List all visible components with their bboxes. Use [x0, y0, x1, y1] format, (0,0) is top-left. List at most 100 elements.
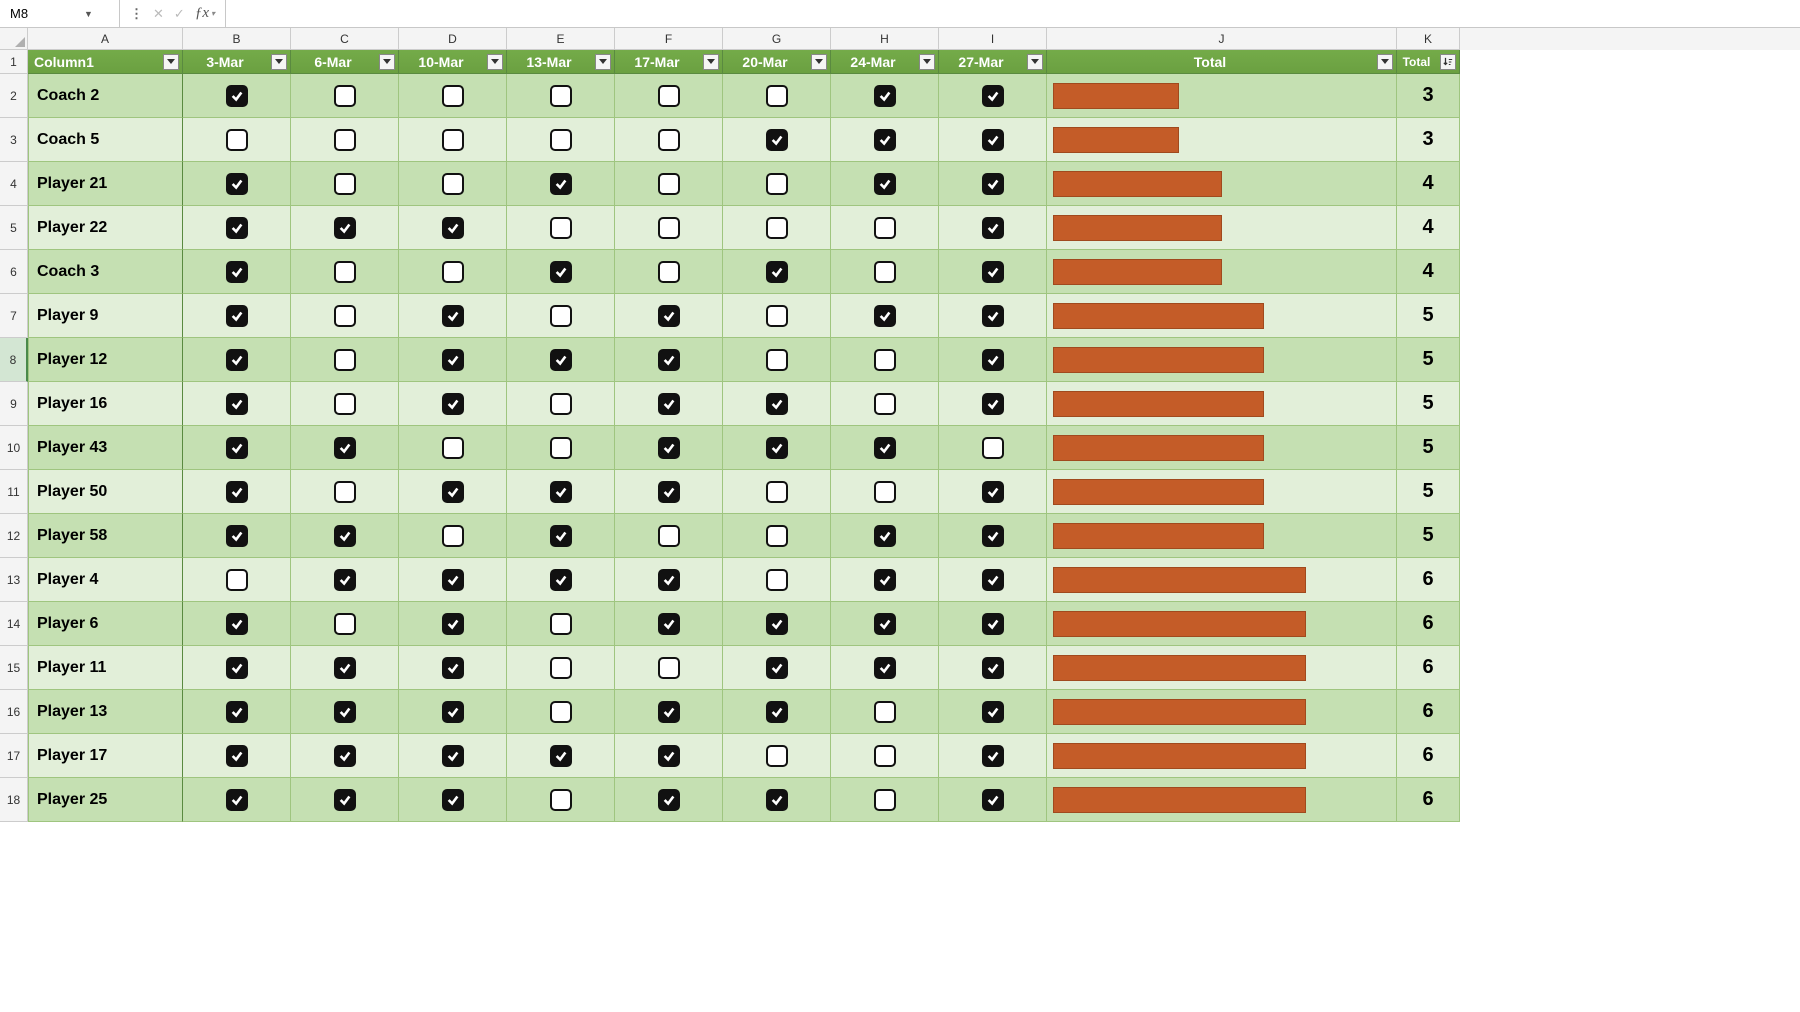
attendance-cell[interactable]: [291, 602, 399, 646]
name-box[interactable]: ▼: [0, 0, 120, 27]
attendance-checkbox[interactable]: [550, 745, 572, 767]
attendance-checkbox[interactable]: [982, 173, 1004, 195]
attendance-cell[interactable]: [507, 778, 615, 822]
attendance-cell[interactable]: [939, 426, 1047, 470]
th-17-mar[interactable]: 17-Mar: [615, 50, 723, 74]
attendance-checkbox[interactable]: [658, 305, 680, 327]
attendance-cell[interactable]: [291, 514, 399, 558]
attendance-cell[interactable]: [723, 294, 831, 338]
attendance-cell[interactable]: [615, 558, 723, 602]
attendance-checkbox[interactable]: [982, 349, 1004, 371]
attendance-cell[interactable]: [507, 250, 615, 294]
attendance-cell[interactable]: [939, 250, 1047, 294]
attendance-checkbox[interactable]: [226, 569, 248, 591]
attendance-cell[interactable]: [399, 778, 507, 822]
attendance-checkbox[interactable]: [766, 393, 788, 415]
attendance-cell[interactable]: [831, 778, 939, 822]
attendance-cell[interactable]: [291, 74, 399, 118]
attendance-cell[interactable]: [399, 514, 507, 558]
attendance-checkbox[interactable]: [550, 789, 572, 811]
select-all-corner[interactable]: [0, 28, 28, 50]
col-header-E[interactable]: E: [507, 28, 615, 50]
attendance-checkbox[interactable]: [334, 569, 356, 591]
attendance-cell[interactable]: [507, 338, 615, 382]
attendance-cell[interactable]: [507, 470, 615, 514]
attendance-checkbox[interactable]: [334, 525, 356, 547]
attendance-checkbox[interactable]: [766, 525, 788, 547]
attendance-cell[interactable]: [831, 514, 939, 558]
attendance-cell[interactable]: [399, 294, 507, 338]
attendance-cell[interactable]: [399, 338, 507, 382]
row-header[interactable]: 14: [0, 602, 28, 646]
attendance-cell[interactable]: [183, 514, 291, 558]
attendance-cell[interactable]: [939, 338, 1047, 382]
attendance-cell[interactable]: [399, 118, 507, 162]
attendance-checkbox[interactable]: [226, 789, 248, 811]
name-cell[interactable]: Player 13: [28, 690, 183, 734]
attendance-cell[interactable]: [723, 426, 831, 470]
attendance-cell[interactable]: [183, 74, 291, 118]
attendance-cell[interactable]: [939, 778, 1047, 822]
attendance-cell[interactable]: [831, 338, 939, 382]
attendance-checkbox[interactable]: [766, 217, 788, 239]
attendance-checkbox[interactable]: [334, 657, 356, 679]
total-databar-cell[interactable]: [1047, 734, 1397, 778]
attendance-checkbox[interactable]: [442, 657, 464, 679]
attendance-checkbox[interactable]: [982, 789, 1004, 811]
attendance-checkbox[interactable]: [550, 569, 572, 591]
attendance-checkbox[interactable]: [982, 745, 1004, 767]
attendance-cell[interactable]: [723, 250, 831, 294]
attendance-checkbox[interactable]: [982, 305, 1004, 327]
attendance-cell[interactable]: [723, 74, 831, 118]
attendance-cell[interactable]: [399, 426, 507, 470]
attendance-checkbox[interactable]: [982, 525, 1004, 547]
row-header[interactable]: 17: [0, 734, 28, 778]
attendance-checkbox[interactable]: [874, 745, 896, 767]
total-cell[interactable]: 5: [1397, 470, 1460, 514]
th-20-mar[interactable]: 20-Mar: [723, 50, 831, 74]
attendance-checkbox[interactable]: [766, 173, 788, 195]
col-header-B[interactable]: B: [183, 28, 291, 50]
attendance-checkbox[interactable]: [550, 525, 572, 547]
attendance-cell[interactable]: [183, 250, 291, 294]
attendance-cell[interactable]: [183, 206, 291, 250]
attendance-checkbox[interactable]: [766, 613, 788, 635]
attendance-cell[interactable]: [615, 118, 723, 162]
th-13-mar[interactable]: 13-Mar: [507, 50, 615, 74]
attendance-cell[interactable]: [183, 734, 291, 778]
attendance-cell[interactable]: [291, 558, 399, 602]
attendance-cell[interactable]: [291, 294, 399, 338]
attendance-checkbox[interactable]: [982, 481, 1004, 503]
th-total-num[interactable]: Total: [1397, 50, 1460, 74]
attendance-cell[interactable]: [507, 602, 615, 646]
row-header[interactable]: 13: [0, 558, 28, 602]
attendance-cell[interactable]: [399, 734, 507, 778]
attendance-cell[interactable]: [831, 162, 939, 206]
row-header[interactable]: 15: [0, 646, 28, 690]
attendance-cell[interactable]: [507, 206, 615, 250]
th-3-mar[interactable]: 3-Mar: [183, 50, 291, 74]
attendance-cell[interactable]: [831, 206, 939, 250]
total-cell[interactable]: 6: [1397, 558, 1460, 602]
attendance-cell[interactable]: [183, 470, 291, 514]
attendance-checkbox[interactable]: [550, 349, 572, 371]
total-databar-cell[interactable]: [1047, 646, 1397, 690]
attendance-checkbox[interactable]: [550, 437, 572, 459]
attendance-cell[interactable]: [831, 382, 939, 426]
total-cell[interactable]: 5: [1397, 294, 1460, 338]
row-header-1[interactable]: 1: [0, 50, 28, 74]
attendance-checkbox[interactable]: [766, 481, 788, 503]
attendance-cell[interactable]: [939, 206, 1047, 250]
attendance-checkbox[interactable]: [226, 129, 248, 151]
name-cell[interactable]: Coach 3: [28, 250, 183, 294]
row-header[interactable]: 7: [0, 294, 28, 338]
attendance-checkbox[interactable]: [226, 393, 248, 415]
attendance-checkbox[interactable]: [982, 701, 1004, 723]
attendance-checkbox[interactable]: [550, 261, 572, 283]
attendance-checkbox[interactable]: [874, 481, 896, 503]
total-cell[interactable]: 6: [1397, 602, 1460, 646]
total-cell[interactable]: 5: [1397, 514, 1460, 558]
col-header-C[interactable]: C: [291, 28, 399, 50]
confirm-formula-button[interactable]: ✓: [174, 6, 185, 22]
attendance-checkbox[interactable]: [658, 745, 680, 767]
